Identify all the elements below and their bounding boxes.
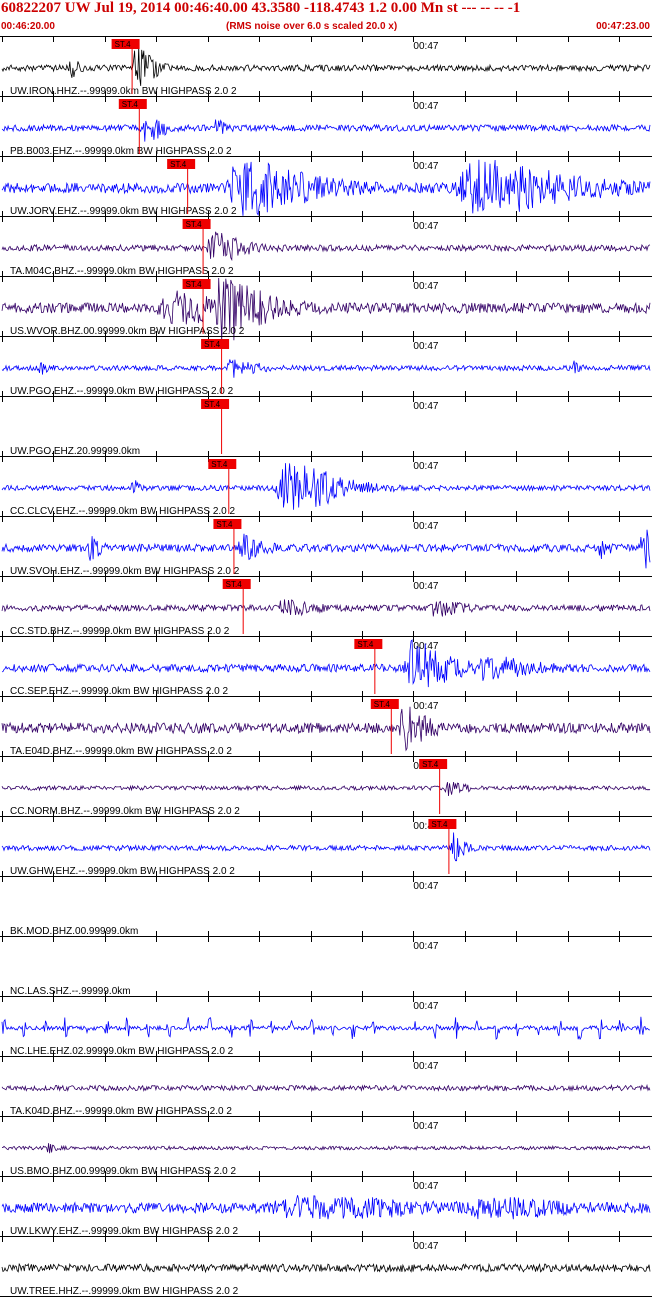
minute-tick-label: 00:47 [413, 101, 438, 112]
waveform-trace [1, 231, 651, 262]
station-panel: 00:47 NC.LAS.SHZ.--.99999.0km [0, 931, 652, 997]
station-panel: 00:47UW.GHW.EHZ.--.99999.0km BW HIGHPASS… [0, 811, 652, 877]
station-label: UW.PGO.EHZ.20.99999.0km [10, 446, 140, 457]
waveform-trace [1, 119, 651, 142]
station-panel: 00:47CC.NORM.BHZ.--.99999.0km BW HIGHPAS… [0, 751, 652, 817]
waveform-trace [1, 1262, 651, 1274]
waveform-trace [1, 832, 651, 862]
station-panel: 00:47 US.WVOR.BHZ.00.99999.0km BW HIGHPAS… [0, 271, 652, 342]
station-label: CC.CLCV.EHZ.--.99999.0km BW HIGHPASS 2.0… [10, 506, 236, 517]
minute-tick-label: 00:47 [413, 941, 438, 952]
pick-label: ST.4 [374, 700, 391, 709]
station-label: NC.LAS.SHZ.--.99999.0km [10, 986, 131, 997]
station-label: UW.SVOH.EHZ.--.99999.0km BW HIGHPASS 2.0… [10, 566, 240, 577]
minute-tick-label: 00:47 [413, 1181, 438, 1192]
station-panel: 00:47 BK.MOD.BHZ.00.99999.0km [0, 871, 652, 937]
station-panel: 00:47 PB.B003.EHZ.--.99999.0km BW HIGHPAS… [0, 91, 652, 157]
waveform-trace [1, 1083, 651, 1092]
minute-tick-label: 00:47 [413, 881, 438, 892]
waveform-trace [1, 782, 651, 797]
station-panel: 00:47 TA.E04D.BHZ.--.99999.0km BW HIGHPAS… [0, 691, 652, 757]
minute-tick-label: 00:47 [413, 221, 438, 232]
station-panel: 00:47 US.BMO.BHZ.00.99999.0km BW HIGHPASS… [0, 1111, 652, 1177]
minute-tick-label: 00:47 [413, 1001, 438, 1012]
minute-tick-label: 00:47 [413, 461, 438, 472]
station-panel: 00:47 UW.PGO.EHZ.20.99999.0km ST.4 [0, 391, 652, 457]
waveform-trace [1, 706, 651, 752]
station-label: UW.IRON.HHZ.--.99999.0km BW HIGHPASS 2.0… [10, 86, 237, 97]
station-label: US.WVOR.BHZ.00.99999.0km BW HIGHPASS 2.0… [10, 326, 245, 337]
pick-label: ST.4 [422, 760, 439, 769]
start-time-label: 00:46:20.00 [1, 21, 55, 32]
station-label: US.BMO.BHZ.00.99999.0km BW HIGHPASS 2.0 … [10, 1166, 236, 1177]
minute-tick-label: 00:47 [413, 521, 438, 532]
station-panel: 00:47CC.SEP.EHZ.--.99999.0km BW HIGHPASS… [0, 631, 652, 697]
station-panel: 00:47 UW.LKWY.EHZ.--.99999.0km BW HIGHPAS… [0, 1171, 652, 1237]
station-label: CC.NORM.BHZ.--.99999.0km BW HIGHPASS 2.0… [10, 806, 240, 817]
station-panel: 00:47 UW.JORV.EHZ.--.99999.0km BW HIGHPAS… [0, 151, 652, 217]
minute-tick-label: 00:47 [413, 281, 438, 292]
station-label: UW.GHW.EHZ.--.99999.0km BW HIGHPASS 2.0 … [10, 866, 235, 877]
pick-label: ST.4 [122, 100, 139, 109]
station-panel: 00:47 TA.K04D.BHZ.--.99999.0km BW HIGHPAS… [0, 1051, 652, 1117]
waveform-trace [1, 599, 651, 617]
minute-tick-label: 00:47 [413, 1241, 438, 1252]
minute-tick-label: 00:47 [413, 701, 438, 712]
seismogram-plot: 00:47 UW.IRON.HHZ.--.99999.0km BW HIGHPAS… [0, 36, 652, 1297]
station-panel: 00:47 UW.TREE.HHZ.--.99999.0km BW HIGHPAS… [0, 1231, 652, 1297]
pick-label: ST.4 [211, 460, 228, 469]
station-panel: 00:47 UW.PGO.EHZ.--.99999.0km BW HIGHPASS… [0, 331, 652, 397]
station-label: UW.PGO.EHZ.--.99999.0km BW HIGHPASS 2.0 … [10, 386, 234, 397]
station-label: TA.K04D.BHZ.--.99999.0km BW HIGHPASS 2.0… [10, 1106, 232, 1117]
pick-label: ST.4 [204, 340, 221, 349]
station-panel: 00:47 CC.CLCV.EHZ.--.99999.0km BW HIGHPAS… [0, 451, 652, 517]
pick-label: ST.4 [216, 520, 233, 529]
station-label: UW.JORV.EHZ.--.99999.0km BW HIGHPASS 2.0… [10, 206, 237, 217]
minute-tick-label: 00:47 [413, 581, 438, 592]
event-title: 60822207 UW Jul 19, 2014 00:46:40.00 43.… [1, 0, 521, 16]
waveform-trace [1, 463, 651, 510]
station-panel: 00:47 NC.LHE.EHZ.02.99999.0km BW HIGHPASS… [0, 991, 652, 1057]
plot-header: 60822207 UW Jul 19, 2014 00:46:40.00 43.… [0, 0, 652, 36]
minute-tick-label: 00:47 [413, 161, 438, 172]
station-panel: 00:47 UW.SVOH.EHZ.--.99999.0km BW HIGHPAS… [0, 511, 652, 577]
pick-label: ST.4 [204, 400, 221, 409]
station-label: CC.STD.BHZ.--.99999.0km BW HIGHPASS 2.0 … [10, 626, 230, 637]
minute-tick-label: 00:47 [413, 1121, 438, 1132]
waveform-trace [1, 359, 651, 378]
pick-label: ST.4 [226, 580, 243, 589]
minute-tick-label: 00:47 [413, 401, 438, 412]
waveform-trace [1, 529, 651, 569]
minute-tick-label: 00:47 [413, 41, 438, 52]
pick-label: ST.4 [186, 280, 203, 289]
station-label: TA.E04D.BHZ.--.99999.0km BW HIGHPASS 2.0… [10, 746, 232, 757]
station-label: PB.B003.EHZ.--.99999.0km BW HIGHPASS 2.0… [10, 146, 232, 157]
rms-note: (RMS noise over 6.0 s scaled 20.0 x) [226, 21, 398, 32]
station-panel: 00:47 TA.M04C.BHZ.--.99999.0km BW HIGHPAS… [0, 211, 652, 277]
pick-label: ST.4 [431, 820, 448, 829]
waveform-trace [1, 1195, 651, 1220]
waveform-trace [1, 1016, 650, 1041]
station-label: NC.LHE.EHZ.02.99999.0km BW HIGHPASS 2.0 … [10, 1046, 234, 1057]
station-label: BK.MOD.BHZ.00.99999.0km [10, 926, 138, 937]
minute-tick-label: 00:47 [413, 1061, 438, 1072]
pick-label: ST.4 [357, 640, 374, 649]
waveform-trace [1, 1143, 651, 1154]
waveform-trace [1, 639, 651, 688]
station-panel: 00:47 CC.STD.BHZ.--.99999.0km BW HIGHPASS… [0, 571, 652, 637]
station-panel: 00:47 UW.IRON.HHZ.--.99999.0km BW HIGHPAS… [0, 36, 652, 97]
station-label: TA.M04C.BHZ.--.99999.0km BW HIGHPASS 2.0… [10, 266, 234, 277]
end-time-label: 00:47:23.00 [596, 21, 650, 32]
station-label: UW.TREE.HHZ.--.99999.0km BW HIGHPASS 2.0… [10, 1286, 239, 1297]
pick-label: ST.4 [170, 160, 187, 169]
waveform-trace [1, 46, 651, 86]
minute-tick-label: 00:47 [413, 341, 438, 352]
pick-label: ST.4 [186, 220, 203, 229]
station-label: CC.SEP.EHZ.--.99999.0km BW HIGHPASS 2.0 … [10, 686, 228, 697]
station-label: UW.LKWY.EHZ.--.99999.0km BW HIGHPASS 2.0… [10, 1226, 238, 1237]
pick-label: ST.4 [115, 40, 132, 49]
